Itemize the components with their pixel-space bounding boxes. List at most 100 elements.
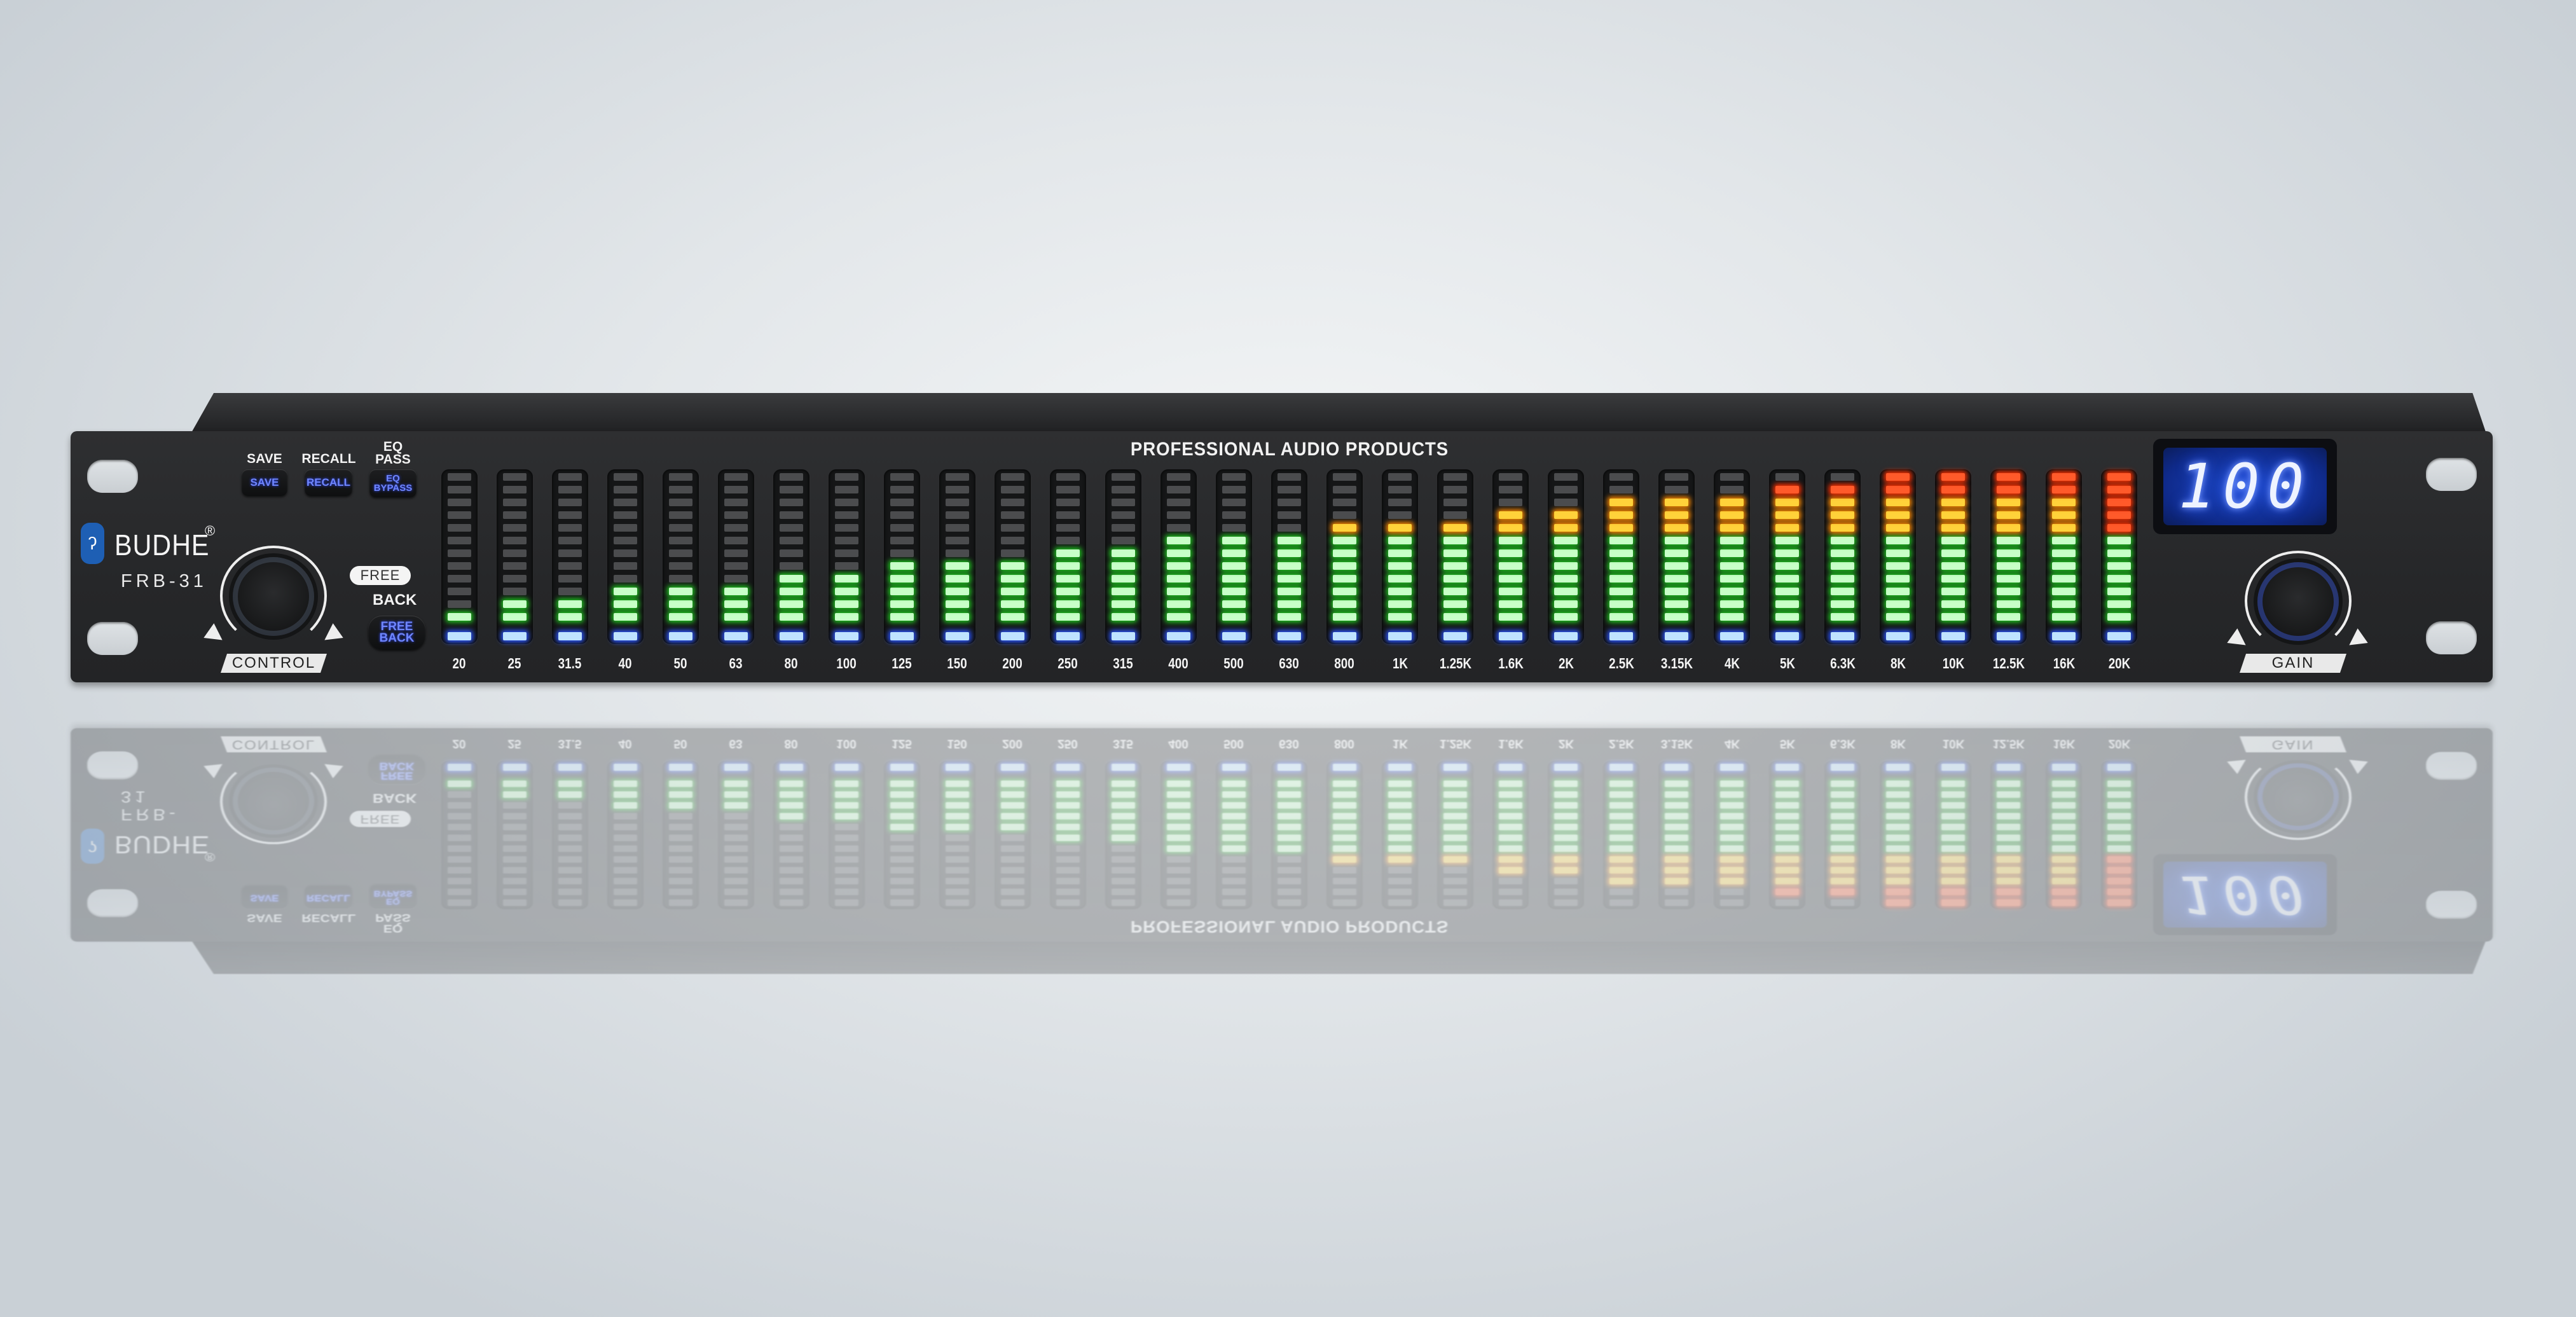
meter-led-lit	[1665, 549, 1689, 557]
meter-led-unlit	[1332, 867, 1356, 874]
meter-led-unlit	[502, 802, 527, 809]
meter-led-unlit	[945, 856, 969, 863]
meter-led-lit	[1222, 600, 1246, 608]
meter-led-lit	[779, 780, 803, 787]
meter-led-unlit	[834, 867, 858, 874]
gain-knob[interactable]	[2257, 562, 2339, 641]
meter-led-lit	[1775, 867, 1800, 874]
meter-led-unlit	[1277, 486, 1301, 493]
meter-led-unlit	[724, 499, 748, 506]
meter-led-lit	[1609, 600, 1634, 608]
meter-led-unlit	[724, 549, 748, 557]
recall-button[interactable]: RECALL	[305, 469, 352, 496]
meter-led-unlit	[1499, 888, 1523, 895]
meter-250	[1049, 469, 1086, 644]
meter-led-lit	[1388, 856, 1412, 863]
meter-led-lit	[613, 613, 637, 621]
meter-led-unlit	[1665, 899, 1689, 906]
meter-led-unlit	[1277, 878, 1301, 885]
meter-led-lit	[1886, 486, 1910, 493]
meter-led-unlit	[558, 511, 582, 519]
meter-led-unlit	[1554, 878, 1578, 885]
meter-led-unlit	[558, 499, 582, 506]
meter-led-lit	[1941, 888, 1966, 895]
meter-led-unlit	[1609, 899, 1634, 906]
meter-led-lit	[1665, 613, 1689, 621]
model-name: FRB-31	[121, 571, 207, 591]
meter-led-unlit	[1831, 473, 1855, 481]
meter-led-unlit	[447, 575, 471, 583]
meter-led-lit	[2052, 888, 2076, 895]
meter-6.3K	[1824, 469, 1861, 644]
meter-1.6K	[1492, 469, 1529, 644]
meter-led-unlit	[724, 878, 748, 885]
meter-led-lit	[1997, 813, 2021, 820]
meter-led-lit	[1886, 802, 1910, 809]
meter-led-lit	[1997, 867, 2021, 874]
meter-led-lit	[1665, 834, 1689, 841]
meter-led-unlit	[1554, 888, 1578, 895]
meter-led-unlit	[834, 549, 858, 557]
meter-led-lit	[1831, 888, 1855, 895]
meter-led-lit	[1443, 813, 1468, 820]
meter-led-unlit	[1665, 473, 1689, 481]
meter-led-unlit	[447, 524, 471, 532]
meter-led-lit	[1720, 511, 1744, 519]
meter-led-lit	[1609, 575, 1634, 583]
eq-bypass-button[interactable]: EQ BYPASS	[369, 469, 417, 497]
meter-led-unlit	[779, 845, 803, 852]
meter-base-led	[1111, 764, 1135, 771]
meter-led-unlit	[668, 473, 692, 481]
control-knob[interactable]	[233, 557, 314, 636]
meter-led-lit	[1332, 537, 1356, 544]
meter-led-lit	[1499, 780, 1523, 787]
meter-label: 4K	[1724, 737, 1740, 752]
meter-base-led	[1388, 632, 1412, 640]
meter-led-lit	[1166, 562, 1190, 570]
meter-base-led	[945, 632, 969, 640]
meter-led-unlit	[890, 845, 914, 852]
meter-led-lit	[1997, 791, 2021, 798]
meter-led-lit	[1831, 824, 1855, 831]
meter-led-lit	[1554, 780, 1578, 787]
meter-label: 250	[1057, 655, 1078, 672]
meter-led-unlit	[447, 549, 471, 557]
meter-led-lit	[890, 802, 914, 809]
meter-led-lit	[1388, 802, 1412, 809]
meter-led-lit	[1941, 856, 1966, 863]
meter-led-lit	[1775, 575, 1800, 583]
meter-base-led	[724, 764, 748, 771]
meter-led-unlit	[1499, 499, 1523, 506]
meter-led-lit	[668, 600, 692, 608]
meter-led-lit	[1997, 834, 2021, 841]
meter-led-unlit	[1111, 888, 1135, 895]
meter-led-unlit	[1056, 486, 1080, 493]
meter-led-unlit	[1222, 524, 1246, 532]
meter-led-unlit	[1443, 499, 1468, 506]
save-button[interactable]: SAVE	[242, 469, 287, 496]
meter-led-lit	[1277, 613, 1301, 621]
meter-led-unlit	[890, 537, 914, 544]
feedback-button[interactable]: FREE BACK	[368, 616, 425, 650]
meter-led-lit	[1831, 537, 1855, 544]
meter-led-lit	[1886, 499, 1910, 506]
meter-led-lit	[2107, 791, 2132, 798]
meter-label: 200	[1002, 655, 1023, 672]
meter-led-lit	[1720, 824, 1744, 831]
meter-led-lit	[1886, 834, 1910, 841]
meter-label: 315	[1113, 655, 1134, 672]
rack-hole-bottom-right	[2426, 621, 2477, 654]
meter-led-lit	[2052, 537, 2076, 544]
gain-label: GAIN	[2240, 736, 2346, 753]
meter-base-led	[890, 764, 914, 771]
meter-led-unlit	[502, 575, 527, 583]
meter-led-lit	[1775, 888, 1800, 895]
meter-led-unlit	[834, 562, 858, 570]
meter-led-lit	[1332, 813, 1356, 820]
meter-led-lit	[1775, 600, 1800, 608]
meter-led-unlit	[1166, 867, 1190, 874]
free-pill: FREE	[350, 566, 411, 585]
meter-led-lit	[724, 780, 748, 787]
meter-led-lit	[1720, 499, 1744, 506]
meter-led-lit	[1775, 845, 1800, 852]
